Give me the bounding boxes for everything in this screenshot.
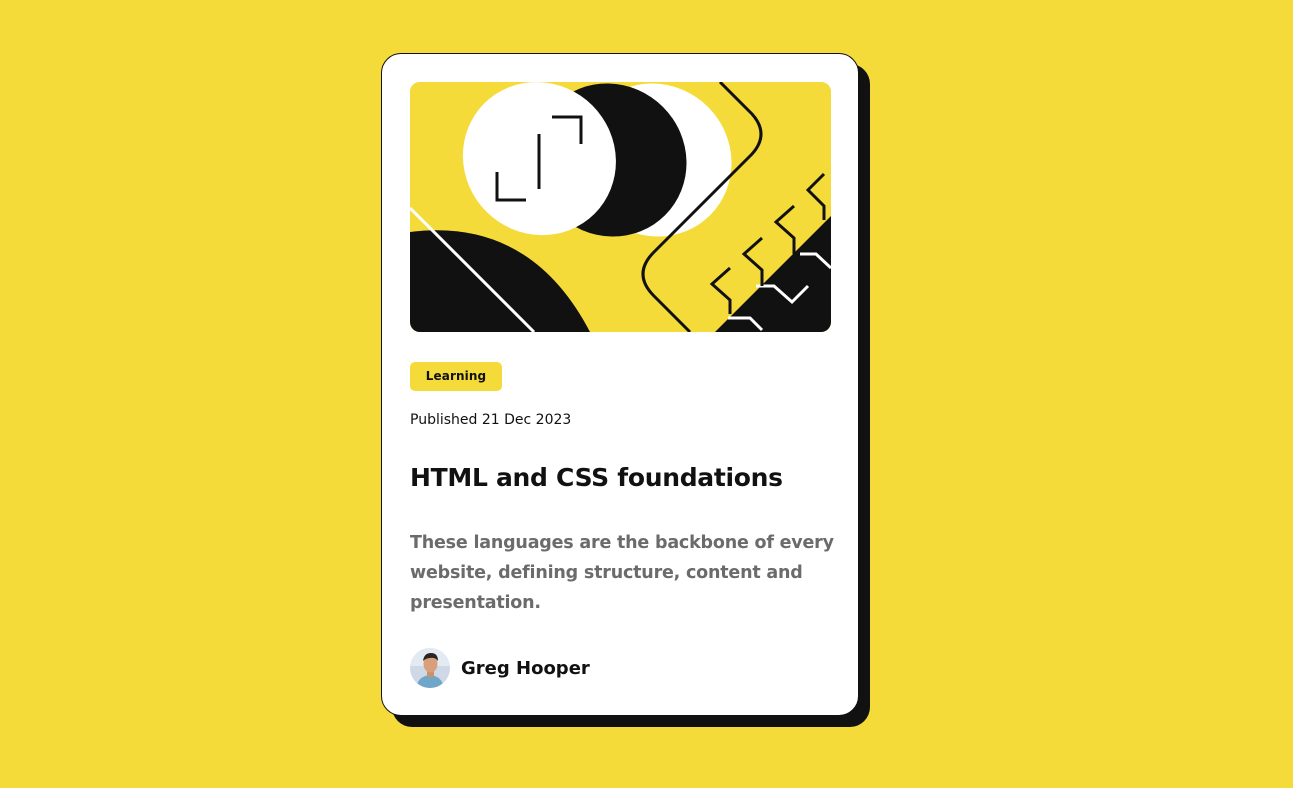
card-illustration — [410, 82, 831, 332]
category-tag[interactable]: Learning — [410, 362, 502, 391]
card-description: These languages are the backbone of ever… — [410, 533, 834, 613]
author-info: Greg Hooper — [410, 648, 590, 688]
card-title[interactable]: HTML and CSS foundations — [410, 463, 783, 492]
avatar — [410, 648, 450, 688]
blog-preview-card: Learning Published 21 Dec 2023 HTML and … — [381, 53, 859, 716]
author-name[interactable]: Greg Hooper — [461, 658, 590, 679]
published-date: Published 21 Dec 2023 — [410, 412, 572, 428]
